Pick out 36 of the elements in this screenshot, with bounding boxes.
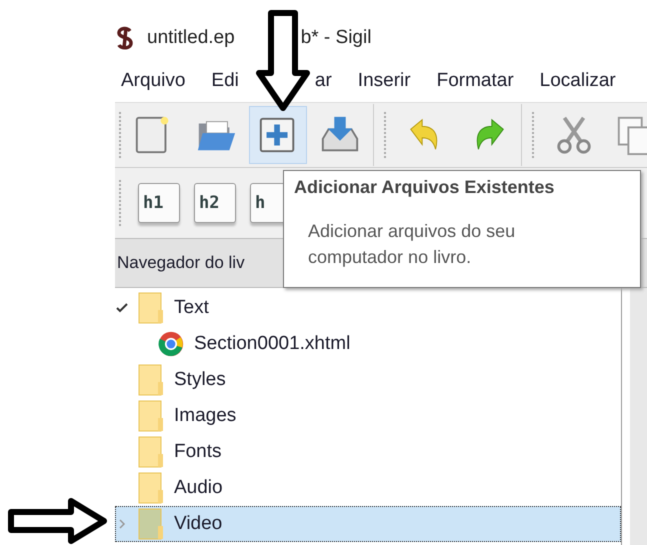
tree-item[interactable]: Fonts <box>115 434 621 470</box>
app-logo-icon <box>115 26 135 50</box>
menu-item[interactable]: Arquivo <box>121 70 186 92</box>
expanded-check-icon[interactable] <box>116 302 128 314</box>
tree-item-label: Section0001.xhtml <box>194 333 350 355</box>
menu-item[interactable]: Inserir <box>358 70 411 92</box>
tree-item-label: Images <box>174 405 236 427</box>
menu-item[interactable]: Edi <box>211 70 239 92</box>
tree-item-label: Fonts <box>174 441 222 463</box>
folder-icon <box>138 292 164 324</box>
tree-item[interactable]: Video <box>115 506 621 542</box>
tree-item-label: Text <box>174 297 209 319</box>
tree-item[interactable]: Audio <box>115 470 621 506</box>
tree-item-label: Video <box>174 513 222 535</box>
folder-icon <box>138 400 164 432</box>
tree-item-label: Audio <box>174 477 223 499</box>
tooltip-text: Adicionar arquivos do seu computador no livro. <box>308 220 516 269</box>
folder-icon <box>138 472 164 504</box>
window-title: b* - Sigil <box>300 27 372 49</box>
tree-item-label: Styles <box>174 369 226 391</box>
menu-item[interactable]: ar <box>314 70 332 92</box>
window-title: untitled.ep <box>147 27 235 49</box>
tree-item[interactable]: Styles <box>115 362 621 398</box>
heading-button[interactable]: h2 <box>194 183 236 223</box>
panel-title: Navegador do liv <box>117 253 245 273</box>
folder-icon <box>138 364 164 396</box>
folder-icon <box>138 436 164 468</box>
tree-item[interactable]: Section0001.xhtml <box>115 326 621 362</box>
tree-item[interactable]: Images <box>115 398 621 434</box>
tooltip-title: Adicionar Arquivos Existentes <box>294 177 556 198</box>
menu-item[interactable]: Formatar <box>436 70 514 92</box>
menu-item[interactable]: Localizar <box>540 70 616 92</box>
heading-button[interactable]: h1 <box>138 183 180 223</box>
tree-item[interactable]: Text <box>115 290 621 326</box>
add-toolbar-button[interactable] <box>249 106 307 164</box>
folder-icon <box>138 508 164 540</box>
